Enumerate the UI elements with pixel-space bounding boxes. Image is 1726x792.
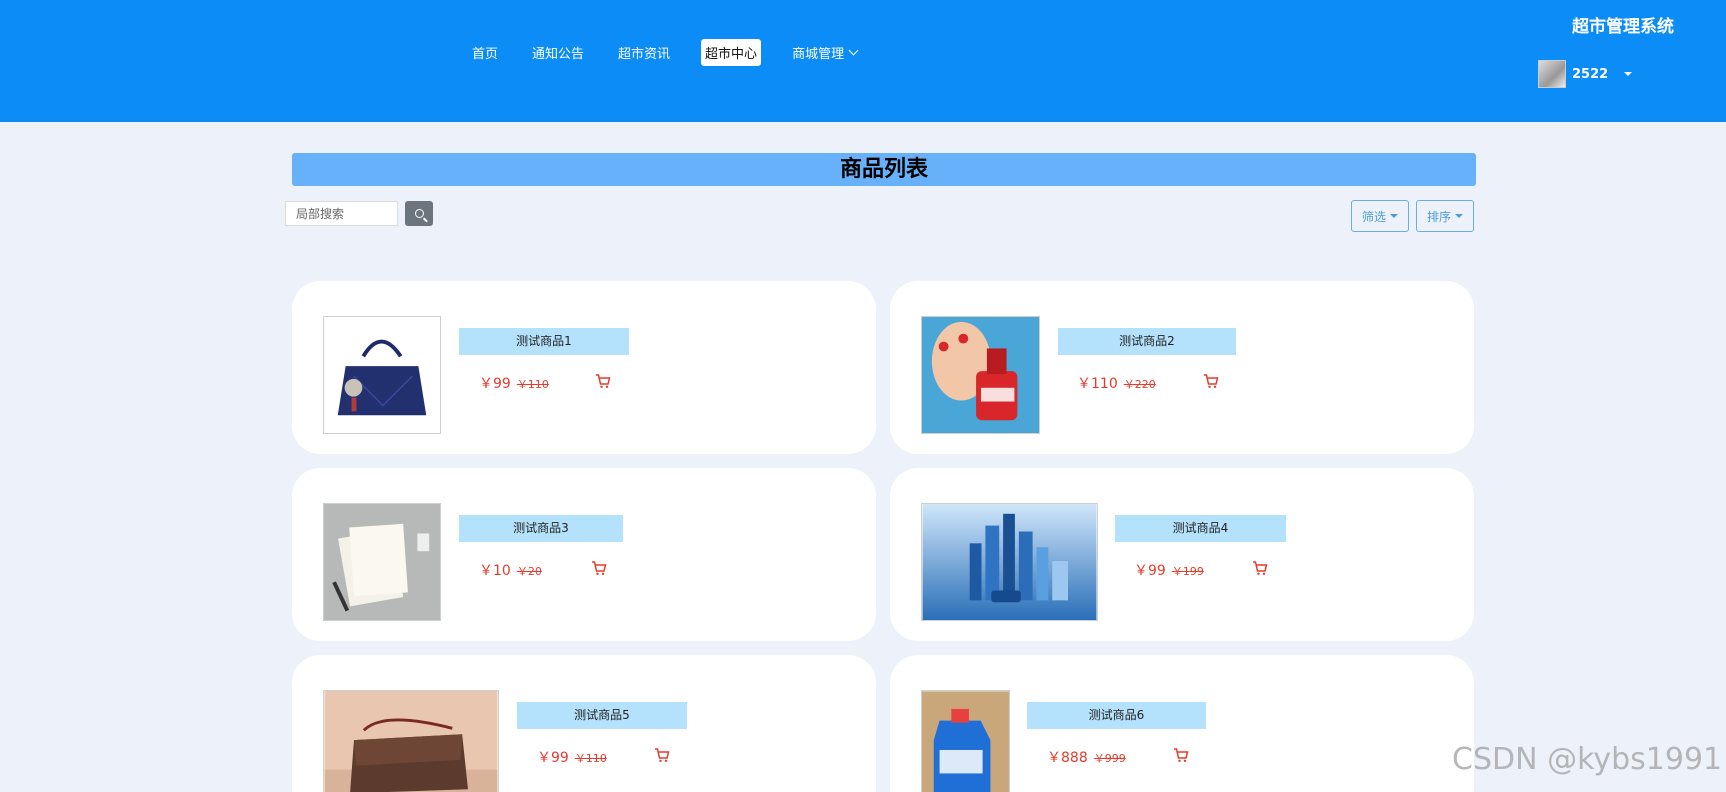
original-price: ￥110 (574, 752, 607, 765)
cart-icon[interactable] (595, 373, 611, 389)
original-price: ￥20 (516, 565, 542, 578)
price-row: ￥99 ￥110 (479, 373, 549, 393)
product-price: ￥888 (1047, 750, 1088, 766)
cart-icon[interactable] (1203, 373, 1219, 389)
product-image-laundry-detergent[interactable] (921, 690, 1010, 792)
price-row: ￥99 ￥199 (1134, 560, 1204, 580)
chevron-down-icon (848, 45, 859, 56)
price-row: ￥888 ￥999 (1047, 747, 1126, 767)
nav-mall-management-label: 商城管理 (792, 47, 845, 62)
user-menu[interactable]: 2522 (1538, 60, 1633, 88)
avatar (1538, 60, 1566, 88)
original-price: ￥999 (1093, 752, 1126, 765)
nav-mall-management[interactable]: 商城管理 (788, 39, 861, 66)
price-row: ￥110 ￥220 (1077, 373, 1156, 393)
product-price: ￥99 (1134, 563, 1166, 579)
search-input[interactable] (285, 201, 398, 226)
caret-down-icon (1455, 214, 1464, 218)
nav-home[interactable]: 首页 (468, 39, 502, 66)
filter-dropdown[interactable]: 筛选 (1351, 200, 1410, 232)
search-icon (414, 209, 424, 218)
cart-icon[interactable] (654, 747, 670, 763)
watermark: CSDN @kybs1991 (1452, 742, 1723, 777)
caret-down-icon (1624, 72, 1633, 76)
main-nav: 首页 通知公告 超市资讯 超市中心 商城管理 (468, 38, 887, 67)
original-price: ￥199 (1171, 565, 1204, 578)
nav-home-label: 首页 (472, 47, 499, 62)
price-row: ￥99 ￥110 (537, 747, 607, 767)
top-header: 首页 通知公告 超市资讯 超市中心 商城管理 超市管理系统 2522 (0, 0, 1726, 122)
product-name[interactable]: 测试商品3 (459, 515, 623, 542)
cart-icon[interactable] (1252, 560, 1268, 576)
nav-news[interactable]: 超市资讯 (614, 39, 674, 66)
product-price: ￥110 (1077, 376, 1118, 392)
cart-icon[interactable] (1173, 747, 1189, 763)
sort-dropdown[interactable]: 排序 (1416, 200, 1475, 232)
price-row: ￥10 ￥20 (479, 560, 542, 580)
sort-label: 排序 (1427, 209, 1452, 224)
page-title: 商品列表 (292, 153, 1476, 186)
product-name[interactable]: 测试商品5 (517, 702, 687, 729)
original-price: ￥220 (1123, 378, 1156, 391)
nav-notices[interactable]: 通知公告 (528, 39, 588, 66)
caret-down-icon (1390, 214, 1399, 218)
username: 2522 (1572, 66, 1609, 82)
product-name[interactable]: 测试商品4 (1115, 515, 1286, 542)
search-button[interactable] (405, 201, 433, 226)
product-name[interactable]: 测试商品2 (1058, 328, 1236, 355)
product-name[interactable]: 测试商品1 (459, 328, 629, 355)
filter-label: 筛选 (1362, 209, 1387, 224)
product-card[interactable]: 测试商品6 ￥888 ￥999 (890, 655, 1474, 792)
product-card[interactable]: 测试商品4 ￥99 ￥199 (890, 468, 1474, 641)
product-image-red-nail-polish[interactable] (921, 316, 1040, 434)
product-name[interactable]: 测试商品6 (1027, 702, 1206, 729)
product-card[interactable]: 测试商品3 ￥10 ￥20 (292, 468, 876, 641)
nav-market-center-label: 超市中心 (705, 47, 758, 62)
original-price: ￥110 (516, 378, 549, 391)
nav-market-center[interactable]: 超市中心 (700, 38, 763, 67)
product-image-brown-shoulder-bag[interactable] (323, 690, 499, 792)
product-card[interactable]: 测试商品1 ￥99 ￥110 (292, 281, 876, 454)
product-price: ￥99 (479, 376, 511, 392)
product-card[interactable]: 测试商品5 ￥99 ￥110 (292, 655, 876, 792)
product-image-notebooks[interactable] (323, 503, 441, 621)
product-card[interactable]: 测试商品2 ￥110 ￥220 (890, 281, 1474, 454)
nav-news-label: 超市资讯 (618, 47, 671, 62)
product-image-blue-handbag[interactable] (323, 316, 441, 434)
product-price: ￥99 (537, 750, 569, 766)
nav-notices-label: 通知公告 (532, 47, 585, 62)
product-price: ￥10 (479, 563, 511, 579)
cart-icon[interactable] (591, 560, 607, 576)
product-image-blue-skincare-set[interactable] (921, 503, 1098, 621)
system-title: 超市管理系统 (1572, 17, 1674, 37)
